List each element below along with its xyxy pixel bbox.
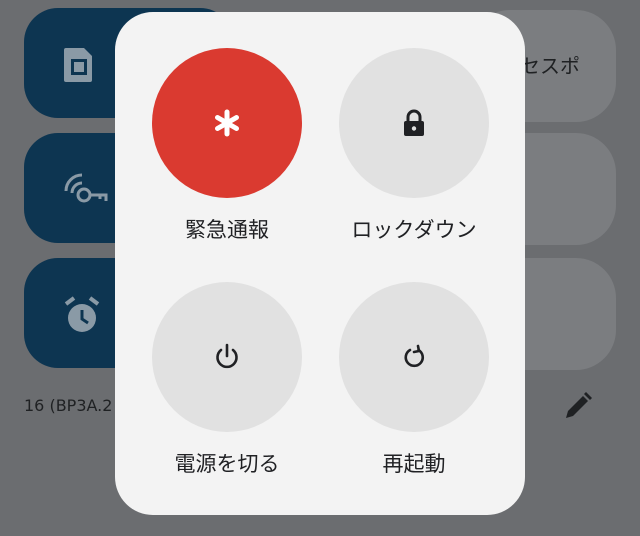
- power-off-label: 電源を切る: [174, 452, 280, 476]
- power-off-button[interactable]: 電源を切る: [137, 282, 317, 478]
- emergency-call-button[interactable]: 緊急通報: [137, 48, 317, 244]
- hotspot-tile-label: セスポ: [520, 54, 580, 78]
- vpn-key-icon: [64, 173, 108, 203]
- build-number: 16 (BP3A.2: [24, 396, 113, 415]
- emergency-circle[interactable]: [152, 48, 302, 198]
- restart-icon: [404, 344, 425, 368]
- lockdown-button[interactable]: ロックダウン: [324, 48, 504, 244]
- power-off-circle[interactable]: [152, 282, 302, 432]
- alarm-icon: [64, 296, 100, 332]
- power-icon: [216, 343, 238, 369]
- restart-label: 再起動: [382, 452, 446, 476]
- restart-circle[interactable]: [339, 282, 489, 432]
- asterisk-icon: [215, 109, 239, 137]
- sim-card-icon: [64, 48, 92, 82]
- edit-pencil-icon: [566, 392, 592, 418]
- restart-button[interactable]: 再起動: [324, 282, 504, 478]
- power-menu-panel: 緊急通報 ロックダウン 電源を切る 再起動: [115, 12, 525, 515]
- lock-icon: [404, 109, 424, 136]
- lockdown-circle[interactable]: [339, 48, 489, 198]
- emergency-call-label: 緊急通報: [185, 218, 269, 242]
- edit-tiles-button[interactable]: [562, 390, 594, 426]
- lockdown-label: ロックダウン: [351, 218, 477, 242]
